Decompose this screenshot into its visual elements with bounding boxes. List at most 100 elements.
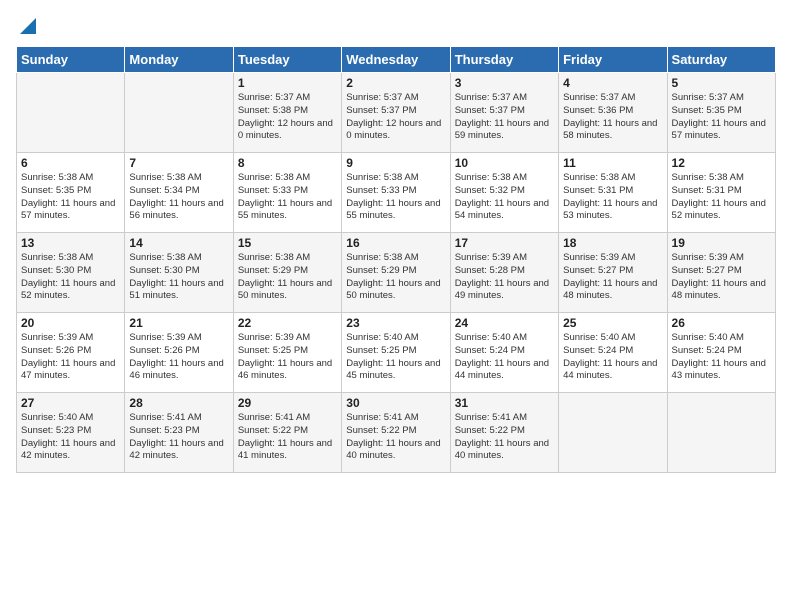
day-detail: Sunrise: 5:40 AMSunset: 5:24 PMDaylight:… (672, 332, 771, 383)
sunrise-text: Sunrise: 5:40 AM (346, 332, 445, 345)
daylight-text: Daylight: 11 hours and 55 minutes. (238, 198, 337, 224)
day-detail: Sunrise: 5:41 AMSunset: 5:23 PMDaylight:… (129, 412, 228, 463)
day-number: 17 (455, 236, 554, 250)
weekday-sunday: Sunday (17, 47, 125, 73)
day-number: 24 (455, 316, 554, 330)
sunrise-text: Sunrise: 5:38 AM (672, 172, 771, 185)
daylight-text: Daylight: 11 hours and 58 minutes. (563, 118, 662, 144)
weekday-monday: Monday (125, 47, 233, 73)
sunrise-text: Sunrise: 5:39 AM (563, 252, 662, 265)
sunrise-text: Sunrise: 5:40 AM (455, 332, 554, 345)
empty-cell (667, 393, 775, 473)
sunset-text: Sunset: 5:31 PM (672, 185, 771, 198)
sunset-text: Sunset: 5:37 PM (346, 105, 445, 118)
day-detail: Sunrise: 5:37 AMSunset: 5:36 PMDaylight:… (563, 92, 662, 143)
day-detail: Sunrise: 5:38 AMSunset: 5:29 PMDaylight:… (346, 252, 445, 303)
sunset-text: Sunset: 5:22 PM (238, 425, 337, 438)
day-detail: Sunrise: 5:40 AMSunset: 5:23 PMDaylight:… (21, 412, 120, 463)
sunrise-text: Sunrise: 5:37 AM (238, 92, 337, 105)
sunset-text: Sunset: 5:35 PM (21, 185, 120, 198)
day-number: 31 (455, 396, 554, 410)
weekday-friday: Friday (559, 47, 667, 73)
daylight-text: Daylight: 11 hours and 48 minutes. (672, 278, 771, 304)
day-detail: Sunrise: 5:39 AMSunset: 5:27 PMDaylight:… (563, 252, 662, 303)
day-cell-13: 13Sunrise: 5:38 AMSunset: 5:30 PMDayligh… (17, 233, 125, 313)
sunrise-text: Sunrise: 5:38 AM (21, 172, 120, 185)
day-cell-5: 5Sunrise: 5:37 AMSunset: 5:35 PMDaylight… (667, 73, 775, 153)
day-number: 3 (455, 76, 554, 90)
day-cell-14: 14Sunrise: 5:38 AMSunset: 5:30 PMDayligh… (125, 233, 233, 313)
sunrise-text: Sunrise: 5:39 AM (129, 332, 228, 345)
day-detail: Sunrise: 5:37 AMSunset: 5:37 PMDaylight:… (346, 92, 445, 143)
day-number: 6 (21, 156, 120, 170)
sunrise-text: Sunrise: 5:37 AM (563, 92, 662, 105)
week-row-4: 20Sunrise: 5:39 AMSunset: 5:26 PMDayligh… (17, 313, 776, 393)
sunrise-text: Sunrise: 5:37 AM (455, 92, 554, 105)
sunrise-text: Sunrise: 5:38 AM (238, 252, 337, 265)
daylight-text: Daylight: 11 hours and 52 minutes. (21, 278, 120, 304)
daylight-text: Daylight: 11 hours and 57 minutes. (672, 118, 771, 144)
day-cell-15: 15Sunrise: 5:38 AMSunset: 5:29 PMDayligh… (233, 233, 341, 313)
daylight-text: Daylight: 11 hours and 41 minutes. (238, 438, 337, 464)
sunrise-text: Sunrise: 5:38 AM (129, 252, 228, 265)
day-cell-17: 17 Sunrise: 5:39 AMSunset: 5:28 PMDayligh… (450, 233, 558, 313)
day-cell-20: 20Sunrise: 5:39 AMSunset: 5:26 PMDayligh… (17, 313, 125, 393)
day-detail: Sunrise: 5:38 AMSunset: 5:35 PMDaylight:… (21, 172, 120, 223)
sunrise-text: Sunrise: 5:39 AM (21, 332, 120, 345)
daylight-text: Daylight: 11 hours and 44 minutes. (455, 358, 554, 384)
sunset-text: Sunset: 5:35 PM (672, 105, 771, 118)
day-detail: Sunrise: 5:38 AMSunset: 5:29 PMDaylight:… (238, 252, 337, 303)
day-number: 19 (672, 236, 771, 250)
day-number: 25 (563, 316, 662, 330)
day-detail: Sunrise: 5:39 AMSunset: 5:25 PMDaylight:… (238, 332, 337, 383)
weekday-header-row: SundayMondayTuesdayWednesdayThursdayFrid… (17, 47, 776, 73)
calendar-table: SundayMondayTuesdayWednesdayThursdayFrid… (16, 46, 776, 473)
day-cell-27: 27 Sunrise: 5:40 AMSunset: 5:23 PMDayligh… (17, 393, 125, 473)
day-number: 23 (346, 316, 445, 330)
day-cell-22: 22 Sunrise: 5:39 AMSunset: 5:25 PMDayligh… (233, 313, 341, 393)
sunset-text: Sunset: 5:29 PM (346, 265, 445, 278)
sunset-text: Sunset: 5:22 PM (346, 425, 445, 438)
day-detail: Sunrise: 5:38 AMSunset: 5:33 PMDaylight:… (238, 172, 337, 223)
page: SundayMondayTuesdayWednesdayThursdayFrid… (0, 0, 792, 612)
daylight-text: Daylight: 11 hours and 42 minutes. (129, 438, 228, 464)
daylight-text: Daylight: 11 hours and 53 minutes. (563, 198, 662, 224)
day-detail: Sunrise: 5:38 AMSunset: 5:30 PMDaylight:… (129, 252, 228, 303)
week-row-5: 27 Sunrise: 5:40 AMSunset: 5:23 PMDayligh… (17, 393, 776, 473)
day-number: 22 (238, 316, 337, 330)
day-cell-31: 31Sunrise: 5:41 AMSunset: 5:22 PMDayligh… (450, 393, 558, 473)
day-detail: Sunrise: 5:39 AMSunset: 5:28 PMDaylight:… (455, 252, 554, 303)
sunrise-text: Sunrise: 5:38 AM (455, 172, 554, 185)
day-number: 26 (672, 316, 771, 330)
day-number: 29 (238, 396, 337, 410)
day-detail: Sunrise: 5:38 AMSunset: 5:30 PMDaylight:… (21, 252, 120, 303)
day-cell-10: 10Sunrise: 5:38 AMSunset: 5:32 PMDayligh… (450, 153, 558, 233)
daylight-text: Daylight: 11 hours and 50 minutes. (238, 278, 337, 304)
day-cell-25: 25Sunrise: 5:40 AMSunset: 5:24 PMDayligh… (559, 313, 667, 393)
day-cell-7: 7Sunrise: 5:38 AMSunset: 5:34 PMDaylight… (125, 153, 233, 233)
day-detail: Sunrise: 5:38 AMSunset: 5:32 PMDaylight:… (455, 172, 554, 223)
sunrise-text: Sunrise: 5:41 AM (455, 412, 554, 425)
daylight-text: Daylight: 11 hours and 59 minutes. (455, 118, 554, 144)
sunset-text: Sunset: 5:26 PM (21, 345, 120, 358)
sunset-text: Sunset: 5:29 PM (238, 265, 337, 278)
daylight-text: Daylight: 11 hours and 57 minutes. (21, 198, 120, 224)
daylight-text: Daylight: 11 hours and 46 minutes. (238, 358, 337, 384)
sunset-text: Sunset: 5:22 PM (455, 425, 554, 438)
daylight-text: Daylight: 11 hours and 48 minutes. (563, 278, 662, 304)
daylight-text: Daylight: 11 hours and 44 minutes. (563, 358, 662, 384)
day-number: 27 (21, 396, 120, 410)
day-number: 11 (563, 156, 662, 170)
sunset-text: Sunset: 5:27 PM (672, 265, 771, 278)
day-cell-2: 2Sunrise: 5:37 AMSunset: 5:37 PMDaylight… (342, 73, 450, 153)
day-cell-9: 9Sunrise: 5:38 AMSunset: 5:33 PMDaylight… (342, 153, 450, 233)
sunrise-text: Sunrise: 5:38 AM (346, 252, 445, 265)
sunset-text: Sunset: 5:36 PM (563, 105, 662, 118)
sunset-text: Sunset: 5:33 PM (238, 185, 337, 198)
sunrise-text: Sunrise: 5:38 AM (563, 172, 662, 185)
day-detail: Sunrise: 5:39 AMSunset: 5:26 PMDaylight:… (129, 332, 228, 383)
logo-arrow-icon (18, 16, 38, 36)
daylight-text: Daylight: 11 hours and 42 minutes. (21, 438, 120, 464)
day-detail: Sunrise: 5:37 AMSunset: 5:37 PMDaylight:… (455, 92, 554, 143)
daylight-text: Daylight: 11 hours and 56 minutes. (129, 198, 228, 224)
